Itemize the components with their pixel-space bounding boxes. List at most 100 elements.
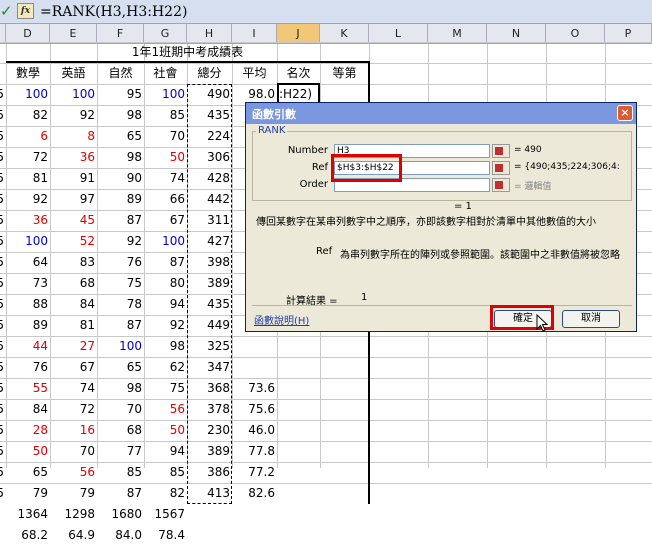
score-cell[interactable]: 92 bbox=[6, 189, 50, 210]
insert-function-icon[interactable]: fx bbox=[17, 3, 34, 19]
header-cell[interactable]: 數學 bbox=[6, 63, 50, 84]
score-cell[interactable]: 66 bbox=[144, 189, 187, 210]
score-cell[interactable]: 67 bbox=[144, 210, 187, 231]
score-cell[interactable]: 65 bbox=[97, 126, 144, 147]
score-cell[interactable]: 75 bbox=[97, 273, 144, 294]
score-cell[interactable]: 56 bbox=[50, 462, 97, 483]
score-cell[interactable]: 82 bbox=[144, 483, 187, 504]
column-header-e[interactable]: E bbox=[50, 24, 97, 43]
score-cell[interactable]: 95 bbox=[97, 84, 144, 105]
header-cell[interactable]: 英語 bbox=[50, 63, 97, 84]
function-help-link[interactable]: 函數說明(H) bbox=[254, 312, 309, 327]
average-cell[interactable]: 78.4 bbox=[144, 525, 187, 546]
score-cell[interactable]: 97 bbox=[50, 189, 97, 210]
collapse-dialog-icon[interactable] bbox=[492, 161, 510, 175]
score-cell[interactable]: 68 bbox=[50, 273, 97, 294]
score-cell[interactable]: 75.6 bbox=[232, 399, 277, 420]
score-cell[interactable]: 50 bbox=[6, 441, 50, 462]
total-cell[interactable]: 1680 bbox=[97, 504, 144, 525]
column-header-o[interactable]: O bbox=[546, 24, 605, 43]
score-cell[interactable]: 77.2 bbox=[232, 462, 277, 483]
score-cell[interactable]: 92 bbox=[144, 315, 187, 336]
score-cell[interactable]: 73 bbox=[6, 273, 50, 294]
score-cell[interactable]: 87 bbox=[97, 315, 144, 336]
score-cell[interactable]: 80 bbox=[144, 273, 187, 294]
score-cell[interactable]: 36 bbox=[6, 210, 50, 231]
header-cell[interactable]: 總分 bbox=[187, 63, 232, 84]
score-cell[interactable]: 94 bbox=[144, 294, 187, 315]
score-cell[interactable]: 68 bbox=[97, 420, 144, 441]
column-header-k[interactable]: K bbox=[320, 24, 369, 43]
score-cell[interactable]: 76 bbox=[97, 252, 144, 273]
score-cell[interactable]: 65 bbox=[97, 357, 144, 378]
score-cell[interactable]: 82.6 bbox=[232, 483, 277, 504]
header-cell[interactable]: 等第 bbox=[320, 63, 369, 84]
column-header-h[interactable]: H bbox=[187, 24, 232, 43]
score-cell[interactable]: 8 bbox=[50, 126, 97, 147]
sheet-title[interactable]: 1年1班期中考成績表 bbox=[6, 42, 369, 63]
score-cell[interactable]: 70 bbox=[144, 126, 187, 147]
score-cell[interactable]: 70 bbox=[50, 441, 97, 462]
score-cell[interactable]: 76 bbox=[6, 357, 50, 378]
score-cell[interactable] bbox=[232, 357, 277, 378]
score-cell[interactable]: 100 bbox=[144, 231, 187, 252]
score-cell[interactable]: 85 bbox=[144, 105, 187, 126]
score-cell[interactable]: 72 bbox=[50, 399, 97, 420]
enter-check-icon[interactable]: ✓ bbox=[0, 3, 14, 19]
column-header-n[interactable]: N bbox=[487, 24, 546, 43]
score-cell[interactable]: 88 bbox=[6, 294, 50, 315]
score-cell[interactable]: 81 bbox=[50, 315, 97, 336]
score-cell[interactable]: 98 bbox=[97, 105, 144, 126]
score-cell[interactable]: 16 bbox=[50, 420, 97, 441]
score-cell[interactable]: 83 bbox=[50, 252, 97, 273]
score-cell[interactable]: 82 bbox=[6, 105, 50, 126]
average-cell[interactable]: 68.2 bbox=[6, 525, 50, 546]
average-cell[interactable]: 64.9 bbox=[50, 525, 97, 546]
score-cell[interactable]: 85 bbox=[97, 462, 144, 483]
score-cell[interactable]: 28 bbox=[6, 420, 50, 441]
score-cell[interactable]: 67 bbox=[50, 357, 97, 378]
score-cell[interactable]: 81 bbox=[6, 168, 50, 189]
score-cell[interactable]: 64 bbox=[6, 252, 50, 273]
score-cell[interactable]: 62 bbox=[144, 357, 187, 378]
close-icon[interactable]: × bbox=[617, 105, 633, 121]
score-cell[interactable]: 100 bbox=[144, 84, 187, 105]
score-cell[interactable]: 98 bbox=[97, 378, 144, 399]
score-cell[interactable]: 79 bbox=[6, 483, 50, 504]
score-cell[interactable]: 84 bbox=[6, 399, 50, 420]
score-cell[interactable]: 44 bbox=[6, 336, 50, 357]
score-cell[interactable]: 56 bbox=[144, 399, 187, 420]
score-cell[interactable]: 87 bbox=[97, 483, 144, 504]
score-cell[interactable]: 85 bbox=[144, 462, 187, 483]
column-header-g[interactable]: G bbox=[144, 24, 187, 43]
column-header-j[interactable]: J bbox=[277, 24, 320, 43]
score-cell[interactable] bbox=[232, 336, 277, 357]
score-cell[interactable]: 100 bbox=[50, 84, 97, 105]
score-cell[interactable]: 72 bbox=[6, 147, 50, 168]
score-cell[interactable]: 77 bbox=[97, 441, 144, 462]
column-header-f[interactable]: F bbox=[97, 24, 144, 43]
collapse-dialog-icon[interactable] bbox=[492, 144, 510, 158]
score-cell[interactable]: 92 bbox=[97, 231, 144, 252]
header-cell[interactable]: 平均 bbox=[232, 63, 277, 84]
column-header-i[interactable]: I bbox=[232, 24, 277, 43]
score-cell[interactable]: 100 bbox=[97, 336, 144, 357]
score-cell[interactable]: 50 bbox=[144, 147, 187, 168]
score-cell[interactable]: 84 bbox=[50, 294, 97, 315]
total-cell[interactable]: 1298 bbox=[50, 504, 97, 525]
score-cell[interactable]: 65 bbox=[6, 462, 50, 483]
score-cell[interactable]: 45 bbox=[50, 210, 97, 231]
score-cell[interactable]: 27 bbox=[50, 336, 97, 357]
header-cell[interactable]: 社會 bbox=[144, 63, 187, 84]
score-cell[interactable]: 87 bbox=[97, 210, 144, 231]
dialog-title-bar[interactable]: 函數引數 × bbox=[246, 103, 636, 124]
total-cell[interactable]: 1364 bbox=[6, 504, 50, 525]
score-cell[interactable]: 6 bbox=[6, 126, 50, 147]
formula-text[interactable]: =RANK(H3,H3:H22) bbox=[40, 2, 187, 22]
column-header-p[interactable]: P bbox=[605, 24, 652, 43]
cancel-button[interactable]: 取消 bbox=[562, 310, 620, 328]
score-cell[interactable]: 52 bbox=[50, 231, 97, 252]
column-header-l[interactable]: L bbox=[369, 24, 428, 43]
header-cell[interactable]: 名次 bbox=[277, 63, 320, 84]
score-cell[interactable]: 98 bbox=[144, 336, 187, 357]
